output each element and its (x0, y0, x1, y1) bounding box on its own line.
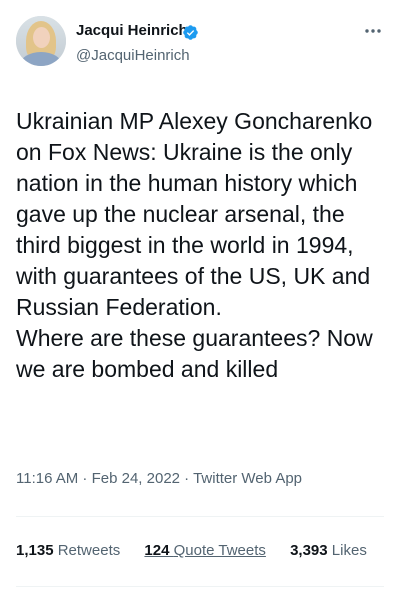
likes-stat[interactable]: 3,393 Likes (290, 542, 367, 560)
tweet-source[interactable]: Twitter Web App (193, 470, 302, 487)
divider (16, 586, 384, 587)
quote-tweets-label: Quote Tweets (173, 542, 266, 559)
tweet-text: Ukrainian MP Alexey Goncharenko on Fox N… (16, 106, 388, 385)
tweet-paragraph: Where are these guarantees? Now we are b… (16, 325, 373, 382)
likes-count: 3,393 (290, 542, 328, 559)
retweets-label: Retweets (57, 542, 121, 559)
tweet-time[interactable]: 11:16 AM (16, 470, 78, 487)
tweet-metadata: 11:16 AM · Feb 24, 2022 · Twitter Web Ap… (16, 470, 302, 488)
divider (16, 516, 384, 517)
meta-separator: · (78, 470, 92, 487)
tweet-paragraph: Ukrainian MP Alexey Goncharenko on Fox N… (16, 108, 373, 320)
quote-tweets-count: 124 (144, 542, 170, 559)
avatar[interactable] (16, 16, 66, 66)
retweets-stat[interactable]: 1,135 Retweets (16, 542, 120, 560)
meta-separator: · (180, 470, 194, 487)
tweet-date[interactable]: Feb 24, 2022 (92, 470, 180, 487)
avatar-face (33, 27, 50, 48)
tweet-stats: 1,135 Retweets 124 Quote Tweets 3,393 Li… (16, 542, 367, 560)
more-options-icon[interactable] (362, 22, 384, 40)
quote-tweets-stat[interactable]: 124 Quote Tweets (144, 542, 265, 560)
author-name[interactable]: Jacqui Heinrich (76, 22, 188, 40)
tweet-card: Jacqui Heinrich @JacquiHeinrich Ukrainia… (0, 0, 400, 600)
likes-label: Likes (331, 542, 367, 559)
verified-badge-icon (183, 25, 198, 40)
author-handle[interactable]: @JacquiHeinrich (76, 47, 190, 65)
retweets-count: 1,135 (16, 542, 54, 559)
